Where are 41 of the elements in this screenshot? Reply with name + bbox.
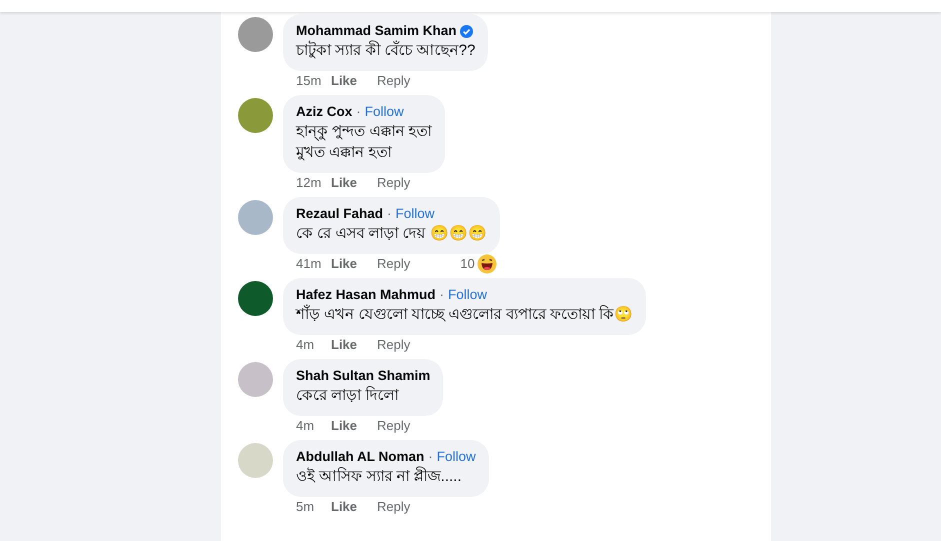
like-button[interactable]: Like xyxy=(331,173,377,193)
reply-button[interactable]: Reply xyxy=(377,416,410,436)
like-button[interactable]: Like xyxy=(331,335,377,355)
author-name[interactable]: Abdullah AL Noman xyxy=(296,448,424,466)
separator-dot: · xyxy=(428,448,433,466)
timestamp-link[interactable]: 4m xyxy=(296,335,331,355)
avatar[interactable] xyxy=(238,281,273,316)
author-name[interactable]: Shah Sultan Shamim xyxy=(296,367,430,385)
comment-text: কে রে এসব লাড়া দেয় 😁😁😁 xyxy=(296,224,487,244)
author-name[interactable]: Aziz Cox xyxy=(296,103,352,121)
comment-text: হান্কু পুন্দত এক্কান হতা মুখত এক্কান হতা xyxy=(296,122,432,163)
like-button[interactable]: Like xyxy=(331,416,377,436)
reply-button[interactable]: Reply xyxy=(377,497,410,517)
timestamp-link[interactable]: 15m xyxy=(296,71,331,91)
timestamp-link[interactable]: 4m xyxy=(296,416,331,436)
author-name[interactable]: Hafez Hasan Mahmud xyxy=(296,286,436,304)
laughing-face-icon xyxy=(476,254,497,274)
reply-button[interactable]: Reply xyxy=(377,173,410,193)
reply-button[interactable]: Reply xyxy=(377,335,410,355)
comment-text: শাঁড় এখন যেগুলো যাচ্ছে এগুলোর ব্যপারে ফতোয়া কি🙄 xyxy=(296,304,634,325)
like-button[interactable]: Like xyxy=(331,71,377,91)
follow-link[interactable]: Follow xyxy=(364,103,404,121)
author-name[interactable]: Mohammad Samim Khan xyxy=(296,22,457,40)
reply-button[interactable]: Reply xyxy=(377,254,410,274)
comment-text: চাটুকা স্যার কী বেঁচে আছেন?? xyxy=(296,40,476,61)
reply-button[interactable]: Reply xyxy=(377,71,410,91)
follow-link[interactable]: Follow xyxy=(396,205,435,223)
timestamp-link[interactable]: 12m xyxy=(296,173,331,193)
follow-link[interactable]: Follow xyxy=(436,448,476,466)
comment-text: কেরে লাড়া দিলো xyxy=(296,385,400,406)
follow-link[interactable]: Follow xyxy=(448,286,488,304)
timestamp-link[interactable]: 41m xyxy=(296,254,331,274)
timestamp-link[interactable]: 5m xyxy=(296,497,331,517)
separator-dot: · xyxy=(356,103,361,121)
like-button[interactable]: Like xyxy=(331,254,377,274)
like-button[interactable]: Like xyxy=(331,497,377,517)
author-name[interactable]: Rezaul Fahad xyxy=(296,205,384,223)
comment-text: ওই আসিফ স্যার না প্লীজ..... xyxy=(296,466,463,487)
separator-dot: · xyxy=(387,205,392,223)
reaction-count[interactable]: 10 xyxy=(460,254,497,274)
separator-dot: · xyxy=(440,286,444,304)
